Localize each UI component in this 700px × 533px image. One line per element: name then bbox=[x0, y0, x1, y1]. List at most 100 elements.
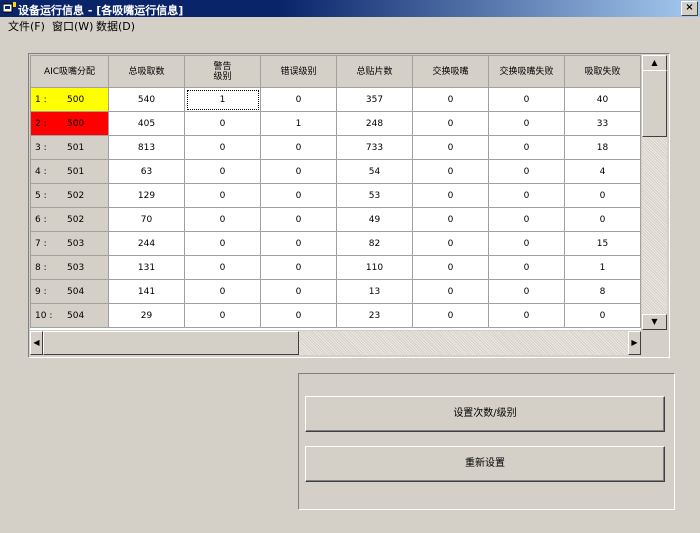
table-cell[interactable]: 0 bbox=[412, 255, 489, 280]
nozzle-assignment-cell[interactable]: 6 : 502 bbox=[30, 207, 109, 232]
scroll-up-button[interactable]: ▲ bbox=[642, 55, 667, 71]
table-cell[interactable]: 0 bbox=[184, 159, 261, 184]
table-cell[interactable]: 13 bbox=[336, 279, 413, 304]
nozzle-assignment-cell[interactable]: 10 : 504 bbox=[30, 303, 109, 328]
table-cell[interactable]: 40 bbox=[564, 87, 641, 112]
nozzle-assignment-cell[interactable]: 2 : 500 bbox=[30, 111, 109, 136]
table-row[interactable]: 7 :503 244 0 0 82 0 0 15 bbox=[30, 231, 641, 256]
nozzle-assignment-cell[interactable]: 1 : 500 bbox=[30, 87, 109, 112]
table-cell[interactable]: 49 bbox=[336, 207, 413, 232]
table-cell[interactable]: 813 bbox=[108, 135, 185, 160]
table-cell[interactable]: 23 bbox=[336, 303, 413, 328]
table-cell[interactable]: 54 bbox=[336, 159, 413, 184]
table-cell[interactable]: 0 bbox=[260, 279, 337, 304]
table-row[interactable]: 2 :500 405 0 1 248 0 0 33 bbox=[30, 111, 641, 136]
table-cell[interactable]: 0 bbox=[488, 207, 565, 232]
table-cell[interactable]: 0 bbox=[412, 135, 489, 160]
table-cell[interactable]: 0 bbox=[260, 255, 337, 280]
table-row[interactable]: 8 :503 131 0 0 110 0 0 1 bbox=[30, 255, 641, 280]
table-cell[interactable]: 0 bbox=[260, 303, 337, 328]
horizontal-scroll-thumb[interactable] bbox=[43, 331, 299, 355]
table-row[interactable]: 5 :502 129 0 0 53 0 0 0 bbox=[30, 183, 641, 208]
table-cell[interactable]: 0 bbox=[260, 183, 337, 208]
table-cell[interactable]: 110 bbox=[336, 255, 413, 280]
table-cell[interactable]: 0 bbox=[412, 279, 489, 304]
menu-window[interactable]: 窗口(W) bbox=[52, 18, 93, 34]
table-cell[interactable]: 0 bbox=[564, 183, 641, 208]
scroll-left-button[interactable]: ◀ bbox=[30, 331, 43, 355]
nozzle-assignment-cell[interactable]: 5 : 502 bbox=[30, 183, 109, 208]
table-cell[interactable]: 0 bbox=[184, 279, 261, 304]
table-cell[interactable]: 733 bbox=[336, 135, 413, 160]
menu-data[interactable]: 数据(D) bbox=[96, 18, 135, 34]
table-cell[interactable]: 0 bbox=[488, 159, 565, 184]
table-cell[interactable]: 29 bbox=[108, 303, 185, 328]
table-cell[interactable]: 0 bbox=[412, 159, 489, 184]
table-cell[interactable]: 0 bbox=[412, 183, 489, 208]
nozzle-assignment-cell[interactable]: 3 : 501 bbox=[30, 135, 109, 160]
table-cell[interactable]: 0 bbox=[488, 183, 565, 208]
table-cell[interactable]: 63 bbox=[108, 159, 185, 184]
close-button[interactable]: × bbox=[681, 1, 698, 16]
table-cell[interactable]: 0 bbox=[184, 231, 261, 256]
table-cell[interactable]: 0 bbox=[184, 207, 261, 232]
nozzle-assignment-cell[interactable]: 8 : 503 bbox=[30, 255, 109, 280]
table-cell[interactable]: 244 bbox=[108, 231, 185, 256]
table-cell[interactable]: 4 bbox=[564, 159, 641, 184]
table-cell[interactable]: 1 bbox=[564, 255, 641, 280]
table-row[interactable]: 9 :504 141 0 0 13 0 0 8 bbox=[30, 279, 641, 304]
table-cell[interactable]: 1 bbox=[260, 111, 337, 136]
table-cell[interactable]: 129 bbox=[108, 183, 185, 208]
table-cell[interactable]: 0 bbox=[260, 207, 337, 232]
table-cell[interactable]: 0 bbox=[184, 255, 261, 280]
table-cell[interactable]: 8 bbox=[564, 279, 641, 304]
table-cell[interactable]: 0 bbox=[488, 231, 565, 256]
vertical-scroll-thumb[interactable] bbox=[642, 70, 667, 137]
table-cell[interactable]: 82 bbox=[336, 231, 413, 256]
table-cell[interactable]: 0 bbox=[564, 207, 641, 232]
set-count-level-button[interactable]: 设置次数/级别 bbox=[305, 396, 665, 432]
table-cell[interactable]: 0 bbox=[412, 87, 489, 112]
table-cell[interactable]: 0 bbox=[488, 87, 565, 112]
table-cell[interactable]: 0 bbox=[184, 303, 261, 328]
scroll-right-button[interactable]: ▶ bbox=[628, 331, 641, 355]
table-cell[interactable]: 405 bbox=[108, 111, 185, 136]
table-cell[interactable]: 0 bbox=[488, 111, 565, 136]
table-cell[interactable]: 0 bbox=[412, 231, 489, 256]
table-cell[interactable]: 18 bbox=[564, 135, 641, 160]
table-cell[interactable]: 0 bbox=[260, 135, 337, 160]
table-cell[interactable]: 0 bbox=[488, 135, 565, 160]
table-cell[interactable]: 357 bbox=[336, 87, 413, 112]
nozzle-assignment-cell[interactable]: 4 : 501 bbox=[30, 159, 109, 184]
table-cell[interactable]: 0 bbox=[488, 303, 565, 328]
table-cell[interactable]: 0 bbox=[184, 135, 261, 160]
table-cell[interactable]: 141 bbox=[108, 279, 185, 304]
table-cell[interactable]: 0 bbox=[412, 303, 489, 328]
vertical-scrollbar[interactable]: ▲ ▼ bbox=[642, 55, 667, 330]
table-cell[interactable]: 0 bbox=[488, 255, 565, 280]
table-cell[interactable]: 0 bbox=[184, 111, 261, 136]
table-cell[interactable]: 0 bbox=[260, 87, 337, 112]
table-row[interactable]: 10 :504 29 0 0 23 0 0 0 bbox=[30, 303, 641, 328]
table-row[interactable]: 4 :501 63 0 0 54 0 0 4 bbox=[30, 159, 641, 184]
menu-file[interactable]: 文件(F) bbox=[8, 18, 45, 34]
table-cell[interactable]: 0 bbox=[564, 303, 641, 328]
table-row[interactable]: 1 :500 540 1 0 357 0 0 40 bbox=[30, 87, 641, 112]
table-cell[interactable]: 248 bbox=[336, 111, 413, 136]
table-cell[interactable]: 0 bbox=[184, 183, 261, 208]
table-cell[interactable]: 0 bbox=[412, 111, 489, 136]
table-cell[interactable]: 0 bbox=[488, 279, 565, 304]
reset-button[interactable]: 重新设置 bbox=[305, 446, 665, 482]
table-cell[interactable]: 33 bbox=[564, 111, 641, 136]
table-row[interactable]: 6 :502 70 0 0 49 0 0 0 bbox=[30, 207, 641, 232]
scroll-down-button[interactable]: ▼ bbox=[642, 314, 667, 330]
table-cell[interactable]: 0 bbox=[260, 231, 337, 256]
table-cell[interactable]: 70 bbox=[108, 207, 185, 232]
table-cell[interactable]: 53 bbox=[336, 183, 413, 208]
table-cell[interactable]: 1 bbox=[184, 87, 261, 112]
nozzle-assignment-cell[interactable]: 7 : 503 bbox=[30, 231, 109, 256]
table-row[interactable]: 3 :501 813 0 0 733 0 0 18 bbox=[30, 135, 641, 160]
nozzle-assignment-cell[interactable]: 9 : 504 bbox=[30, 279, 109, 304]
table-cell[interactable]: 540 bbox=[108, 87, 185, 112]
table-cell[interactable]: 15 bbox=[564, 231, 641, 256]
